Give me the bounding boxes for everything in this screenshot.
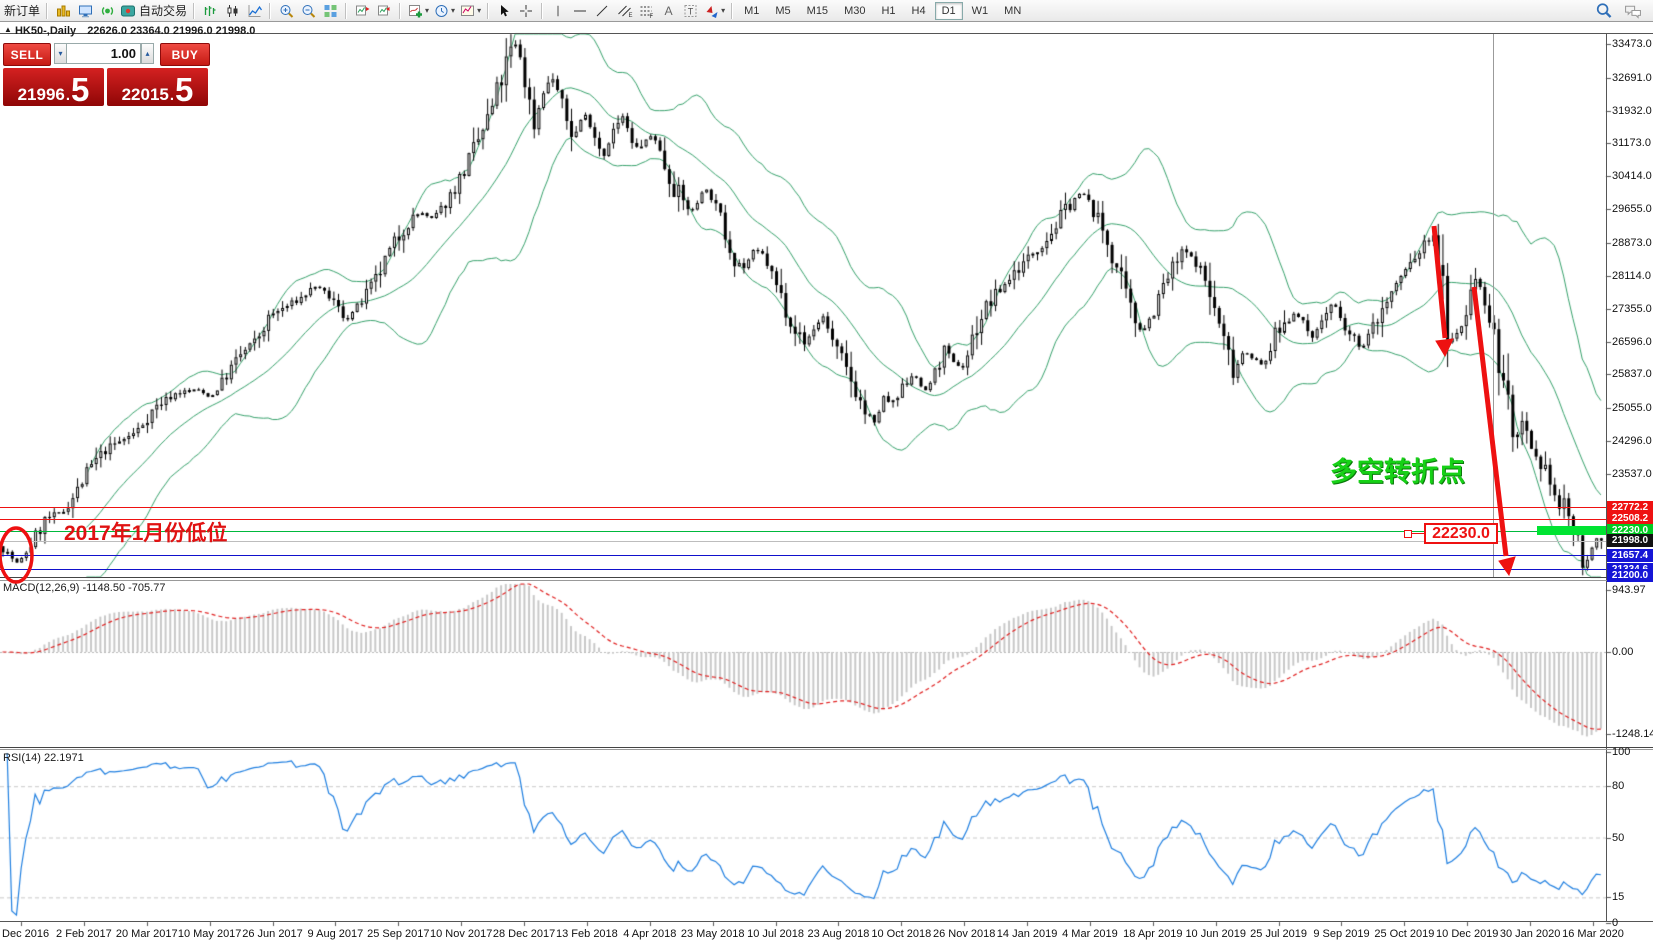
drawing-objects-overlay bbox=[0, 0, 1653, 944]
mt4-window: 新订单 自动交易 ▾ ▾ ▾ E F A T ▾ bbox=[0, 0, 1653, 944]
red-ellipse-annotation[interactable] bbox=[0, 528, 32, 582]
red-arrow-1[interactable] bbox=[1434, 226, 1453, 356]
red-arrow-2[interactable] bbox=[1474, 287, 1515, 575]
